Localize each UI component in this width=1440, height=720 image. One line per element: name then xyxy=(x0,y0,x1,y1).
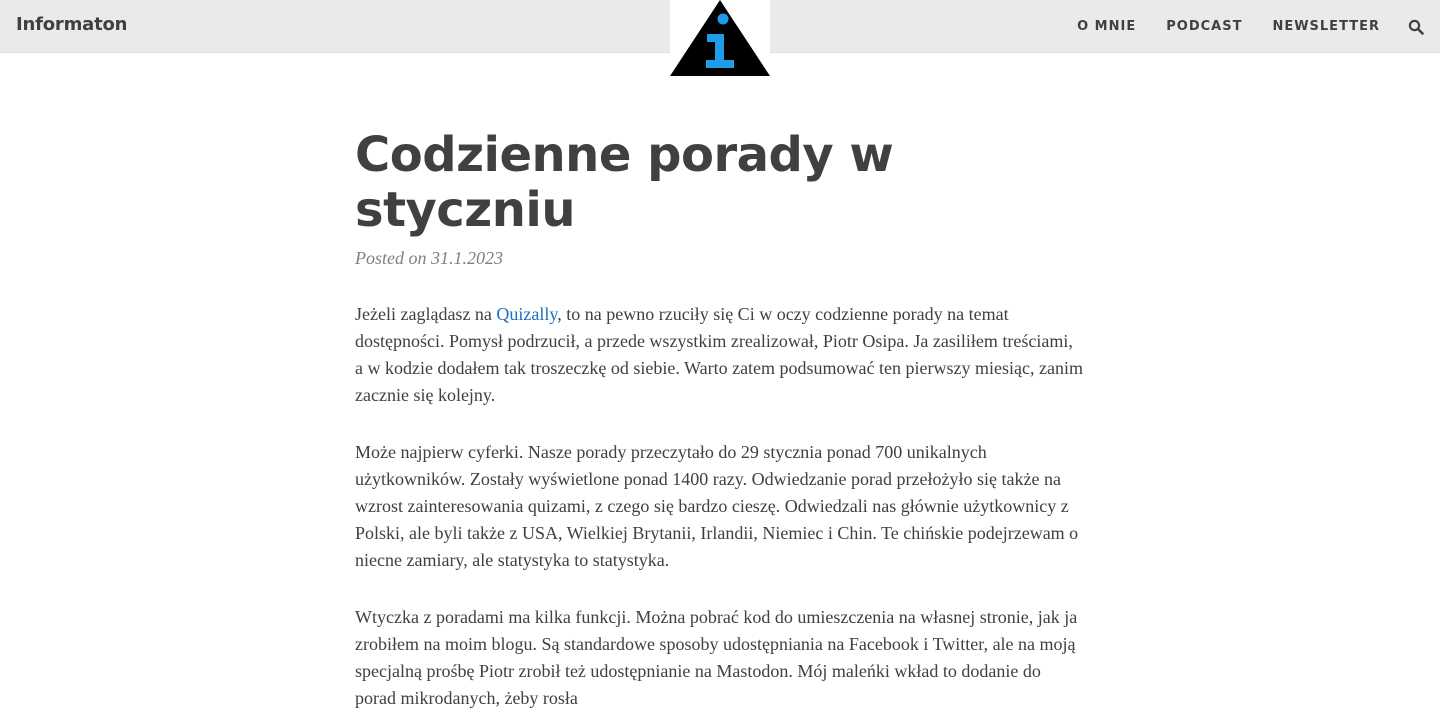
nav-link-newsletter[interactable]: NEWSLETTER xyxy=(1272,19,1380,34)
info-triangle-logo-icon xyxy=(670,0,770,76)
nav-link-podcast[interactable]: PODCAST xyxy=(1166,19,1242,34)
search-icon xyxy=(1408,19,1424,35)
post-content: Codzienne porady w styczniu Posted on 31… xyxy=(355,128,1085,720)
post-title: Codzienne porady w styczniu xyxy=(355,127,894,238)
paragraph-features: Wtyczka z poradami ma kilka funkcji. Moż… xyxy=(355,607,1078,708)
main-nav: O MNIE PODCAST NEWSLETTER xyxy=(1047,0,1424,53)
post-meta: Posted on 31.1.2023 xyxy=(355,248,503,268)
site-brand-link[interactable]: Informaton xyxy=(16,14,127,35)
post-body: Jeżeli zaglądasz na Quizally, to na pewn… xyxy=(355,301,1085,712)
paragraph-text: Jeżeli zaglądasz na xyxy=(355,304,497,324)
paragraph-intro: Jeżeli zaglądasz na Quizally, to na pewn… xyxy=(355,301,1085,409)
search-button[interactable] xyxy=(1408,19,1424,35)
quizally-link[interactable]: Quizally xyxy=(496,304,557,324)
site-logo[interactable] xyxy=(670,0,770,76)
nav-link-about[interactable]: O MNIE xyxy=(1077,19,1136,34)
paragraph-stats: Może najpierw cyferki. Nasze porady prze… xyxy=(355,442,1079,570)
navbar: Informaton O MNIE PODCAST NEWSLETTER xyxy=(0,0,1440,76)
